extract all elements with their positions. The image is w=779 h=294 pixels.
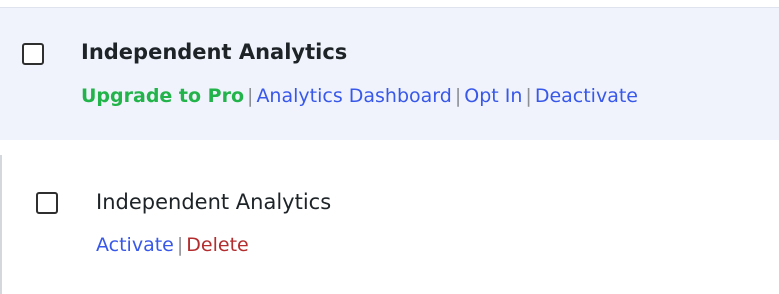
activate-link[interactable]: Activate (96, 234, 174, 256)
delete-link[interactable]: Delete (186, 234, 248, 256)
inactive-plugin-actions: Activate | Delete (96, 234, 249, 256)
row-left-border (0, 155, 2, 294)
action-separator: | (454, 85, 462, 107)
active-plugin-title: Independent Analytics (81, 40, 348, 64)
inactive-plugin-checkbox[interactable] (36, 192, 58, 214)
upgrade-to-pro-link[interactable]: Upgrade to Pro (81, 85, 244, 107)
action-separator: | (247, 85, 254, 107)
action-separator: | (176, 234, 184, 256)
active-plugin-checkbox[interactable] (22, 43, 44, 65)
action-separator: | (525, 85, 532, 107)
inactive-plugin-row: Independent Analytics Activate | Delete (0, 140, 779, 294)
active-plugin-row: Independent Analytics Upgrade to Pro | Ana… (0, 7, 779, 140)
inactive-plugin-title: Independent Analytics (96, 190, 332, 214)
deactivate-link[interactable]: Deactivate (535, 85, 638, 107)
opt-in-link[interactable]: Opt In (464, 85, 522, 107)
analytics-dashboard-link[interactable]: Analytics Dashboard (256, 85, 451, 107)
active-plugin-actions: Upgrade to Pro | Analytics Dashboard | Opt I… (81, 85, 638, 107)
